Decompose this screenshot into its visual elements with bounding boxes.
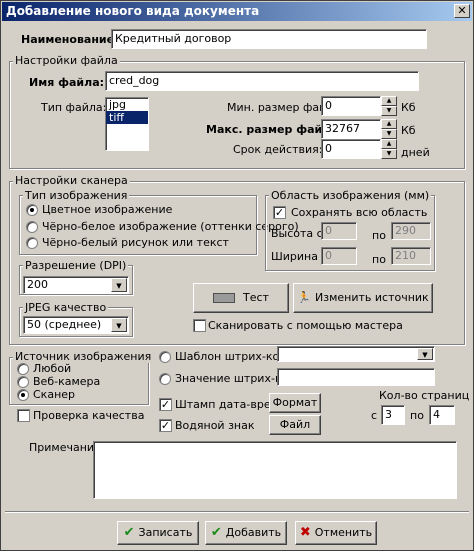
filetype-list[interactable]: jpg tiff xyxy=(105,97,149,151)
quality-check-checkbox[interactable] xyxy=(17,409,30,422)
wizard-label[interactable]: Сканировать с помощью мастера xyxy=(208,319,403,332)
watermark-label[interactable]: Водяной знак xyxy=(175,419,255,432)
title-bar[interactable]: Добавление нового вида документа ✕ xyxy=(2,2,472,21)
quality-check-label[interactable]: Проверка качества xyxy=(33,409,144,422)
chevron-down-icon[interactable]: ▼ xyxy=(417,348,433,360)
width-from-input[interactable]: 0 xyxy=(321,247,357,265)
save-button-label: Записать xyxy=(138,526,193,539)
scanner-settings-title: Настройки сканера xyxy=(13,174,130,187)
close-icon[interactable]: ✕ xyxy=(454,4,470,18)
spin-up-icon[interactable]: ▲ xyxy=(381,139,397,149)
height-from-input[interactable]: 0 xyxy=(321,222,357,240)
format-button[interactable]: Формат xyxy=(269,393,321,413)
validity-input[interactable]: 0 xyxy=(321,139,381,159)
height-to-label: по xyxy=(372,229,386,242)
image-area-title: Область изображения (мм) xyxy=(269,189,432,202)
spin-down-icon[interactable]: ▼ xyxy=(381,129,397,139)
image-type-gray-label[interactable]: Чёрно-белое изображение (оттенки серого) xyxy=(42,220,299,233)
max-size-spinner[interactable]: ▲ ▼ xyxy=(381,119,397,139)
pages-to-input[interactable]: 4 xyxy=(429,405,455,425)
name-input[interactable]: Кредитный договор xyxy=(111,29,427,49)
spin-up-icon[interactable]: ▲ xyxy=(381,119,397,129)
source-scanner-label[interactable]: Сканер xyxy=(33,388,75,401)
scanner-icon xyxy=(213,293,236,303)
source-scanner-radio[interactable] xyxy=(17,389,29,401)
note-textarea[interactable] xyxy=(93,441,457,499)
height-to-input[interactable]: 290 xyxy=(391,222,431,240)
cross-icon: ✖ xyxy=(299,525,311,540)
resolution-select[interactable]: 200 ▼ xyxy=(23,276,129,294)
change-source-button[interactable]: 🏃 Изменить источник xyxy=(293,283,433,313)
barcode-value-input[interactable] xyxy=(277,368,435,386)
file-settings-title: Настройки файла xyxy=(13,54,120,67)
filetype-label: Тип файла: xyxy=(41,101,107,114)
pages-from-input[interactable]: 3 xyxy=(381,405,405,425)
watermark-checkbox[interactable]: ✓ xyxy=(159,419,172,432)
jpeg-quality-select[interactable]: 50 (среднее) ▼ xyxy=(23,316,129,334)
filename-input[interactable]: cred_dog xyxy=(105,71,419,91)
name-label: Наименование: xyxy=(21,33,119,46)
chevron-down-icon[interactable]: ▼ xyxy=(111,318,127,332)
footer-divider xyxy=(5,511,469,513)
max-size-input[interactable]: 32767 xyxy=(321,119,381,139)
validity-unit: дней xyxy=(401,146,430,159)
add-button[interactable]: ✔ Добавить xyxy=(205,521,287,545)
source-webcam-radio[interactable] xyxy=(17,376,29,388)
height-from-label: Высота с xyxy=(271,227,323,240)
dialog-window: Добавление нового вида документа ✕ Наиме… xyxy=(0,0,474,551)
datetime-stamp-checkbox[interactable]: ✓ xyxy=(159,398,172,411)
spin-up-icon[interactable]: ▲ xyxy=(381,96,397,106)
checkmark-icon: ✔ xyxy=(210,525,222,540)
min-size-spinner[interactable]: ▲ ▼ xyxy=(381,96,397,116)
resolution-title: Разрешение (DPI) xyxy=(23,259,129,272)
jpeg-quality-title: JPEG качество xyxy=(23,301,109,314)
min-size-input[interactable]: 0 xyxy=(321,96,381,116)
save-button[interactable]: ✔ Записать xyxy=(117,521,199,545)
wizard-checkbox[interactable] xyxy=(193,319,206,332)
spin-down-icon[interactable]: ▼ xyxy=(381,106,397,116)
pages-title: Кол-во страниц xyxy=(379,389,470,402)
filename-label: Имя файла: xyxy=(29,76,105,89)
spin-down-icon[interactable]: ▼ xyxy=(381,149,397,159)
jpeg-quality-value: 50 (среднее) xyxy=(27,318,102,331)
resolution-value: 200 xyxy=(27,278,48,291)
validity-spinner[interactable]: ▲ ▼ xyxy=(381,139,397,159)
barcode-template-label[interactable]: Шаблон штрих-кода xyxy=(175,350,294,363)
filetype-item-jpg[interactable]: jpg xyxy=(106,98,148,111)
image-type-gray-radio[interactable] xyxy=(26,221,38,233)
width-to-input[interactable]: 210 xyxy=(391,247,431,265)
width-from-label: Ширина с xyxy=(271,250,328,263)
keep-all-checkbox[interactable]: ✓ xyxy=(273,206,286,219)
person-running-icon: 🏃 xyxy=(297,291,311,304)
source-webcam-label[interactable]: Веб-камера xyxy=(33,375,100,388)
pages-to-label: по xyxy=(410,409,424,422)
cancel-button[interactable]: ✖ Отменить xyxy=(295,521,377,545)
chevron-down-icon[interactable]: ▼ xyxy=(111,278,127,292)
source-any-label[interactable]: Любой xyxy=(33,362,71,375)
file-button[interactable]: Файл xyxy=(269,415,321,435)
image-type-title: Тип изображения xyxy=(23,189,130,202)
cancel-button-label: Отменить xyxy=(314,526,373,539)
test-button-label: Тест xyxy=(243,291,269,304)
source-any-radio[interactable] xyxy=(17,363,29,375)
window-title: Добавление нового вида документа xyxy=(6,4,260,18)
keep-all-label[interactable]: Сохранять всю область xyxy=(291,206,427,219)
validity-label: Срок действия: xyxy=(233,143,323,156)
image-type-bw-radio[interactable] xyxy=(26,237,38,249)
max-size-unit: Кб xyxy=(401,124,416,137)
image-type-color-radio[interactable] xyxy=(26,204,38,216)
pages-from-label: с xyxy=(371,409,378,422)
min-size-unit: Кб xyxy=(401,101,416,114)
test-button[interactable]: Тест xyxy=(193,283,289,313)
barcode-template-radio[interactable] xyxy=(159,351,171,363)
filetype-item-tiff[interactable]: tiff xyxy=(106,111,148,124)
image-type-bw-label[interactable]: Чёрно-белый рисунок или текст xyxy=(42,236,229,249)
add-button-label: Добавить xyxy=(225,526,282,539)
checkmark-icon: ✔ xyxy=(123,525,135,540)
width-to-label: по xyxy=(372,253,386,266)
change-source-label: Изменить источник xyxy=(315,291,429,304)
barcode-value-radio[interactable] xyxy=(159,373,171,385)
barcode-template-select[interactable]: ▼ xyxy=(277,346,435,362)
image-type-color-label[interactable]: Цветное изображение xyxy=(42,203,172,216)
